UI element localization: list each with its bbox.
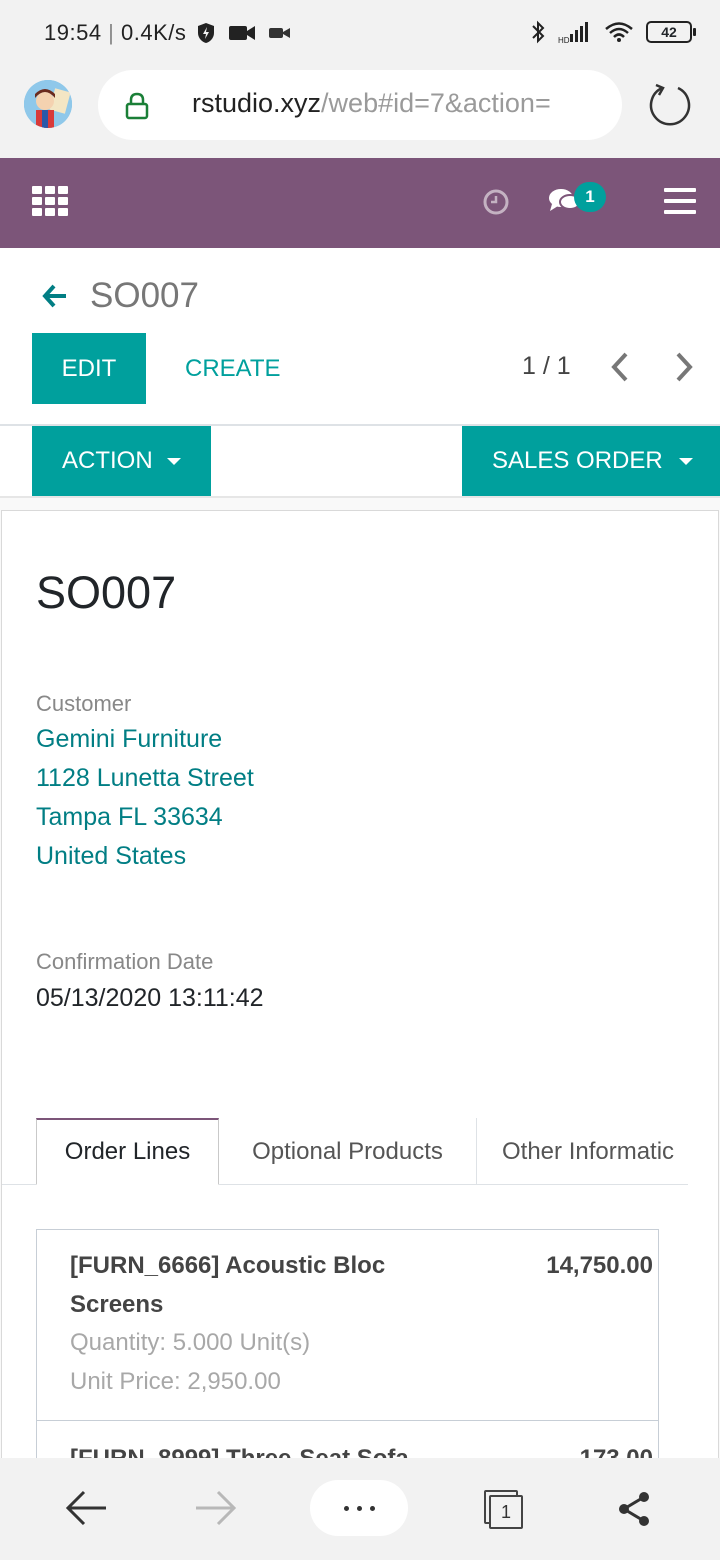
order-lines-list: [FURN_6666] Acoustic Bloc Screens 14,750…	[36, 1229, 659, 1489]
customer-name-link[interactable]: Gemini Furniture	[36, 725, 222, 754]
apps-menu-icon[interactable]	[32, 186, 68, 216]
reload-icon[interactable]	[648, 82, 694, 128]
tabs-switcher-icon[interactable]: 1	[480, 1486, 524, 1530]
pager-value: 1 / 1	[522, 352, 571, 380]
address-bar[interactable]: rstudio.xyz/web#id=7&action=	[98, 70, 622, 140]
browser-bottom-bar: 1	[0, 1458, 720, 1560]
messages-count-badge: 1	[574, 182, 606, 212]
line-quantity: Quantity: 5.000 Unit(s)	[70, 1329, 311, 1356]
tab-bar-line	[2, 1184, 36, 1185]
browser-toolbar: rstudio.xyz/web#id=7&action=	[0, 66, 720, 158]
url-host: rstudio.xyz	[192, 88, 322, 118]
video-small-icon	[269, 28, 290, 38]
caret-down-icon	[678, 457, 693, 465]
bluetooth-icon	[532, 20, 545, 44]
share-icon[interactable]	[616, 1490, 652, 1528]
caret-down-icon	[166, 457, 181, 465]
url-text: rstudio.xyz/web#id=7&action=	[192, 88, 602, 119]
confirmation-date-value: 05/13/2020 13:11:42	[36, 984, 264, 1012]
signal-icon: HD	[558, 22, 588, 44]
url-path: /web#id=7&action=	[321, 88, 551, 118]
sales-order-dropdown-button[interactable]: SALES ORDER	[462, 426, 720, 496]
edit-button[interactable]: EDIT	[32, 333, 146, 404]
tab-other-information[interactable]: Other Informatic	[477, 1118, 688, 1185]
network-speed: 0.4K/s	[121, 20, 187, 45]
customer-country[interactable]: United States	[36, 842, 186, 871]
order-name: SO007	[36, 567, 177, 618]
video-camera-icon	[229, 26, 255, 40]
app-navbar: 1	[0, 158, 720, 248]
control-panel: SO007 EDIT CREATE 1 / 1	[0, 248, 720, 424]
data-saver-icon	[198, 23, 214, 43]
back-arrow-icon[interactable]	[42, 284, 68, 308]
list-item[interactable]: [FURN_6666] Acoustic Bloc Screens 14,750…	[37, 1230, 658, 1420]
battery-indicator: 42	[646, 21, 696, 43]
line-unit-price: Unit Price: 2,950.00	[70, 1368, 281, 1395]
more-options-button[interactable]	[310, 1480, 408, 1536]
breadcrumb-title: SO007	[90, 276, 199, 315]
chevron-left-icon[interactable]	[606, 350, 634, 384]
customer-city[interactable]: Tampa FL 33634	[36, 803, 223, 832]
create-button[interactable]: CREATE	[166, 333, 300, 404]
customer-street[interactable]: 1128 Lunetta Street	[36, 764, 254, 793]
status-time: 19:54	[44, 20, 102, 45]
action-dropdown-button[interactable]: ACTION	[32, 426, 211, 496]
sales-order-label: SALES ORDER	[492, 447, 663, 474]
form-sheet: SO007 Customer Gemini Furniture 1128 Lun…	[1, 510, 719, 1489]
profile-avatar[interactable]	[24, 80, 72, 128]
hamburger-menu-icon[interactable]	[664, 188, 696, 214]
chevron-right-icon[interactable]	[670, 350, 698, 384]
notebook-tabs: Order Lines Optional Products Other Info…	[36, 1118, 688, 1185]
lock-icon	[125, 92, 149, 120]
line-product: [FURN_6666] Acoustic Bloc Screens	[70, 1252, 386, 1318]
forward-arrow-icon[interactable]	[194, 1488, 238, 1528]
back-arrow-icon[interactable]	[64, 1488, 108, 1528]
confirmation-date-label: Confirmation Date	[36, 949, 214, 974]
action-label: ACTION	[62, 447, 153, 474]
tab-optional-products[interactable]: Optional Products	[219, 1118, 477, 1185]
status-bar: 19:54 | 0.4K/s HD 42	[0, 0, 720, 66]
tab-order-lines[interactable]: Order Lines	[36, 1118, 219, 1185]
tab-count: 1	[489, 1495, 523, 1529]
svg-text:HD: HD	[558, 36, 570, 44]
activity-clock-icon[interactable]	[482, 188, 510, 216]
customer-label: Customer	[36, 691, 132, 716]
line-subtotal: 14,750.00	[546, 1252, 653, 1279]
avatar-image	[24, 80, 72, 128]
wifi-icon	[605, 22, 633, 42]
